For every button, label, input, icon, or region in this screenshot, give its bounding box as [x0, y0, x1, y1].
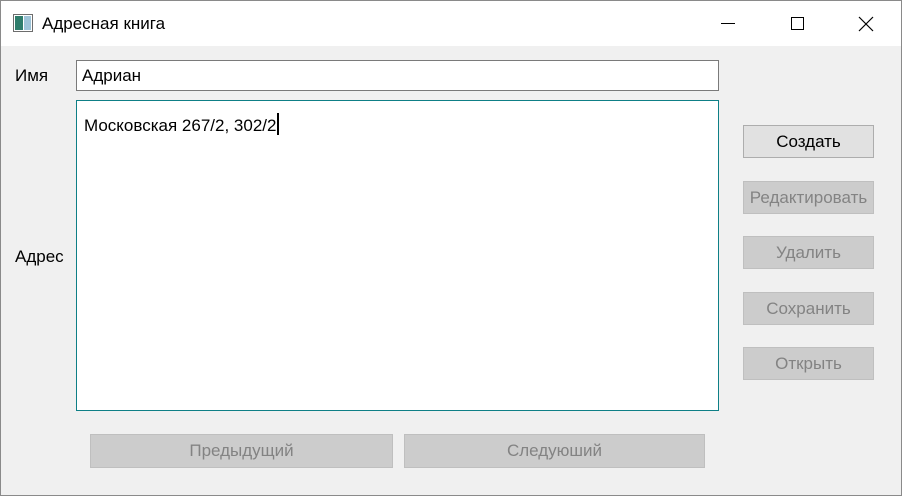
app-window-icon [13, 14, 33, 32]
edit-button[interactable]: Редактировать [743, 181, 874, 214]
close-button[interactable] [843, 1, 889, 46]
next-button[interactable]: Следуюший [404, 434, 705, 468]
previous-button[interactable]: Предыдущий [90, 434, 393, 468]
address-book-window: Адресная книга Имя Адрес Московская 267/… [0, 0, 902, 496]
address-label: Адрес [15, 247, 64, 266]
save-button[interactable]: Сохранить [743, 292, 874, 325]
window-title: Адресная книга [42, 14, 166, 33]
open-button[interactable]: Открыть [743, 347, 874, 380]
maximize-icon [790, 17, 804, 30]
maximize-button[interactable] [774, 1, 820, 46]
minimize-icon [721, 23, 735, 24]
create-button[interactable]: Создать [743, 125, 874, 158]
minimize-button[interactable] [705, 1, 751, 46]
delete-button[interactable]: Удалить [743, 236, 874, 269]
text-caret [277, 113, 280, 135]
address-text: Московская 267/2, 302/2 [84, 113, 280, 136]
close-icon [858, 16, 874, 31]
address-textarea[interactable]: Московская 267/2, 302/2 [76, 100, 719, 411]
name-label: Имя [15, 66, 49, 85]
title-bar[interactable]: Адресная книга [1, 1, 901, 46]
name-input[interactable] [76, 60, 719, 91]
